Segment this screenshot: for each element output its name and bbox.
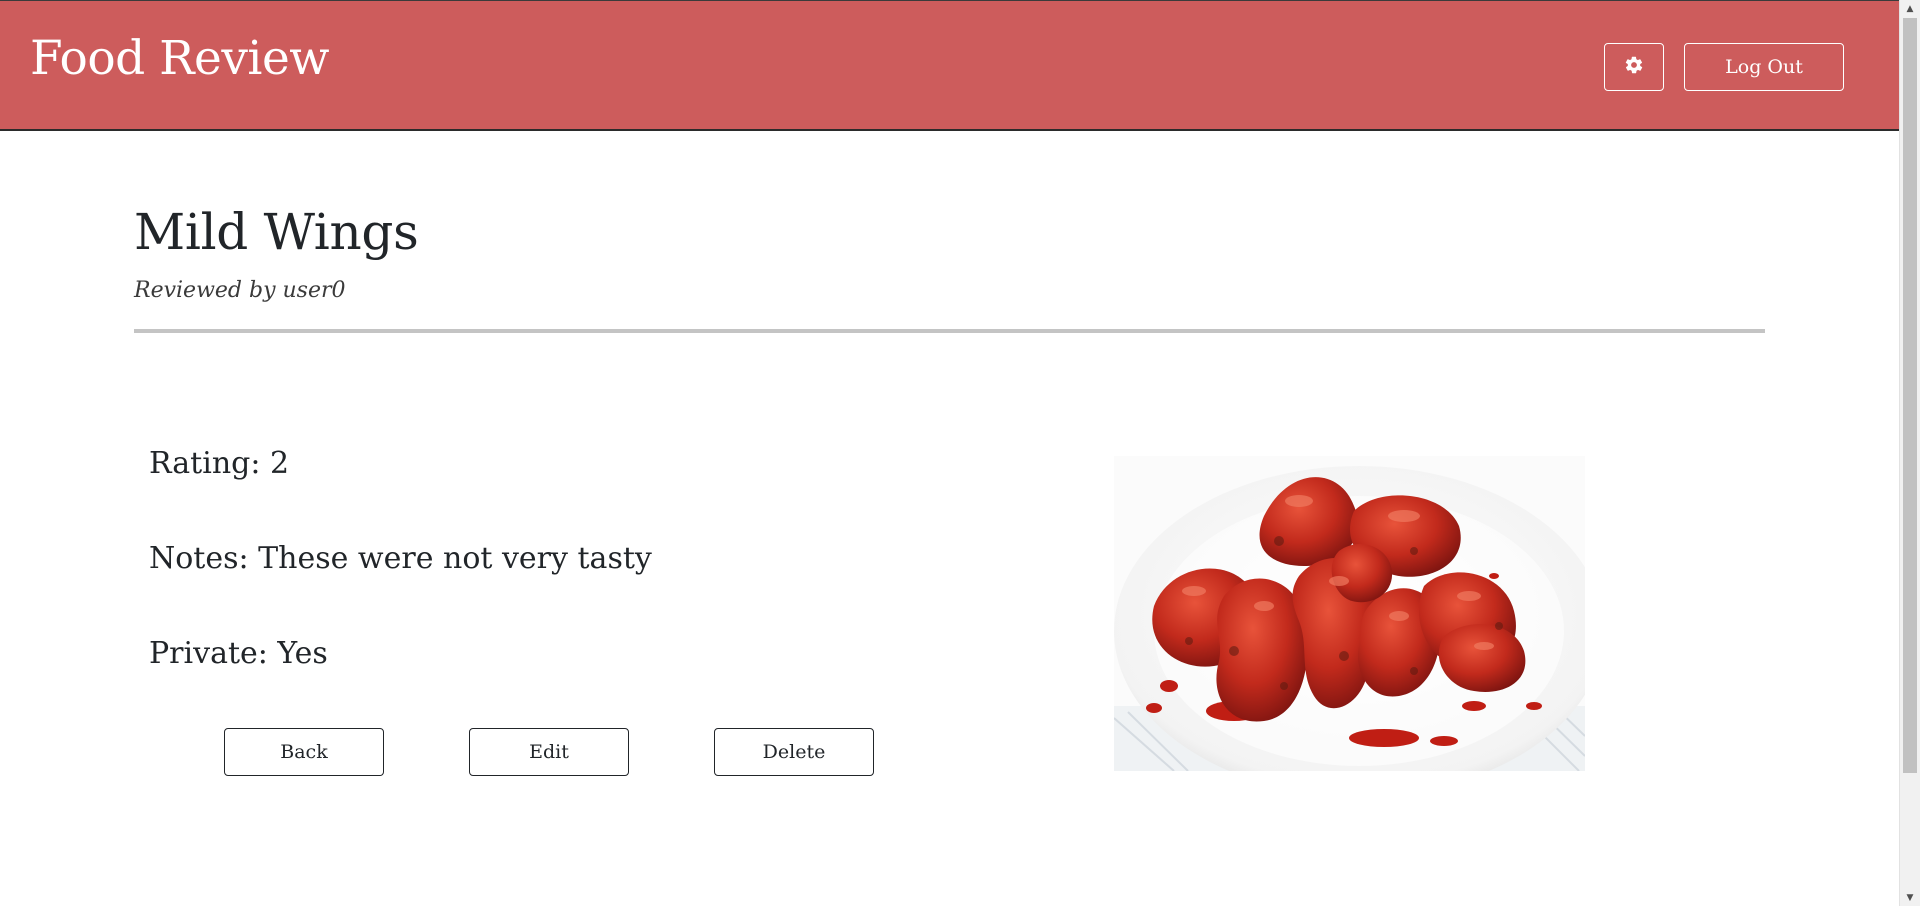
page: Food Review Log Out Mild Wings Reviewed …: [0, 0, 1920, 906]
rating-text: Rating: 2: [149, 446, 290, 481]
scroll-down-arrow-icon[interactable]: ▼: [1900, 889, 1920, 906]
private-text: Private: Yes: [149, 636, 328, 671]
header-bar: Food Review Log Out: [0, 0, 1899, 131]
divider: [134, 329, 1765, 333]
scrollbar-thumb[interactable]: [1903, 18, 1917, 773]
food-photo: [1114, 456, 1585, 771]
edit-button[interactable]: Edit: [469, 728, 629, 776]
delete-button[interactable]: Delete: [714, 728, 874, 776]
brand-title[interactable]: Food Review: [30, 27, 330, 91]
chicken-wings-illustration: [1114, 456, 1585, 771]
notes-text: Notes: These were not very tasty: [149, 541, 652, 576]
reviewer-byline: Reviewed by user0: [134, 278, 346, 303]
page-title: Mild Wings: [134, 203, 419, 261]
logout-button[interactable]: Log Out: [1684, 43, 1844, 91]
gear-icon: [1624, 55, 1644, 80]
settings-button[interactable]: [1604, 43, 1664, 91]
scroll-up-arrow-icon[interactable]: ▲: [1900, 0, 1920, 17]
back-button[interactable]: Back: [224, 728, 384, 776]
scrollbar[interactable]: ▲ ▼: [1899, 0, 1920, 906]
